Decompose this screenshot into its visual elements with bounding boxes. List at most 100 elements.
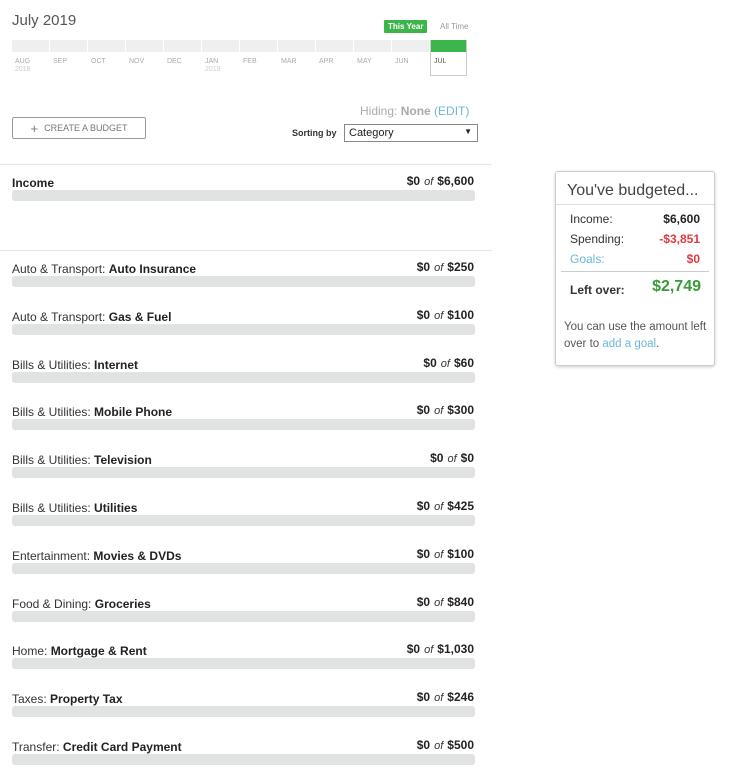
budget-row[interactable]: Entertainment: Movies & DVDs $0 of $100 bbox=[12, 547, 476, 585]
budget-spent: $0 bbox=[416, 499, 431, 513]
budget-total: $100 bbox=[447, 308, 474, 322]
budget-subcategory: Mortgage & Rent bbox=[50, 644, 147, 658]
sort-select[interactable]: Category ▼ bbox=[344, 124, 478, 142]
budget-row[interactable]: Bills & Utilities: Mobile Phone $0 of $300 bbox=[12, 403, 476, 441]
budget-amount: $0 of $100 bbox=[417, 547, 474, 561]
summary-income-value: $6,600 bbox=[663, 212, 700, 226]
budget-row[interactable]: Bills & Utilities: Television $0 of $0 bbox=[12, 451, 476, 489]
timeline-bar bbox=[50, 40, 88, 52]
budget-summary-panel: You've budgeted... Income: $6,600 Spendi… bbox=[555, 171, 715, 366]
summary-income-label: Income: bbox=[570, 212, 613, 226]
hiding-filter: Hiding: None (EDIT) bbox=[360, 104, 469, 118]
budget-amount: $0 of $60 bbox=[423, 356, 474, 370]
budget-total: $60 bbox=[453, 356, 474, 370]
timeline-month[interactable]: NOV bbox=[126, 40, 164, 78]
timeline-bar bbox=[88, 40, 126, 52]
budget-category-label: Auto & Transport: Gas & Fuel bbox=[12, 310, 171, 324]
timeline-month[interactable]: AUG 2018 bbox=[12, 40, 50, 78]
timeline-month[interactable]: OCT bbox=[88, 40, 126, 78]
of-text: of bbox=[434, 262, 444, 274]
timeline-month[interactable]: APR bbox=[316, 40, 354, 78]
this-year-toggle[interactable]: This Year bbox=[384, 20, 428, 33]
of-text: of bbox=[434, 692, 444, 704]
timeline-month-label: APR bbox=[319, 58, 334, 65]
budget-row[interactable]: Taxes: Property Tax $0 of $246 bbox=[12, 690, 476, 728]
budget-amount: $0 of $500 bbox=[417, 738, 474, 752]
timeline-month[interactable]: FEB bbox=[240, 40, 278, 78]
budget-amount: $0 of $425 bbox=[417, 499, 474, 513]
of-text: of bbox=[434, 597, 444, 609]
budget-row[interactable]: Food & Dining: Groceries $0 of $840 bbox=[12, 595, 476, 633]
budget-row[interactable]: Auto & Transport: Auto Insurance $0 of $250 bbox=[12, 260, 476, 298]
divider bbox=[561, 271, 709, 272]
timeline-bar bbox=[431, 40, 467, 52]
create-budget-button[interactable]: + CREATE A BUDGET bbox=[12, 117, 146, 139]
edit-hiding-link[interactable]: (EDIT) bbox=[434, 104, 469, 118]
of-text: of bbox=[424, 644, 434, 656]
budget-category: Bills & Utilities: bbox=[12, 501, 91, 515]
hiding-value: None bbox=[400, 104, 431, 118]
timeline-month-label: DEC bbox=[167, 58, 182, 65]
budget-amount: $0 of $250 bbox=[417, 260, 474, 274]
budget-progress-bar bbox=[12, 372, 475, 383]
timeline-bar bbox=[126, 40, 164, 52]
add-goal-link[interactable]: add a goal bbox=[602, 338, 656, 350]
timeline-month[interactable]: JUN bbox=[392, 40, 430, 78]
timeline-month-label: JUL bbox=[434, 58, 447, 65]
budget-progress-bar bbox=[12, 276, 475, 287]
budget-row[interactable]: Transfer: Credit Card Payment $0 of $500 bbox=[12, 738, 476, 776]
budget-row[interactable]: Bills & Utilities: Internet $0 of $60 bbox=[12, 356, 476, 394]
budget-category: Auto & Transport: bbox=[12, 310, 106, 324]
timeline-month[interactable]: SEP bbox=[50, 40, 88, 78]
budget-category-label: Bills & Utilities: Internet bbox=[12, 358, 138, 372]
timeline-bar bbox=[240, 40, 278, 52]
timeline-bar bbox=[202, 40, 240, 52]
budget-spent: $0 bbox=[416, 547, 431, 561]
budget-row[interactable]: Bills & Utilities: Utilities $0 of $425 bbox=[12, 499, 476, 537]
timeline-month[interactable]: JUL bbox=[430, 40, 468, 76]
month-timeline: AUG 2018 SEP OCT NOV DEC JAN 2019 FEB MAR APR MAY JU… bbox=[12, 40, 468, 78]
income-progress-bar bbox=[12, 190, 475, 201]
plus-icon: + bbox=[30, 120, 39, 136]
budget-spent: $0 bbox=[406, 642, 421, 656]
budget-row[interactable]: Home: Mortgage & Rent $0 of $1,030 bbox=[12, 642, 476, 680]
timeline-bar bbox=[164, 40, 202, 52]
timeline-month[interactable]: MAY bbox=[354, 40, 392, 78]
budget-total: $840 bbox=[447, 595, 474, 609]
of-text: of bbox=[434, 310, 444, 322]
budget-category-label: Bills & Utilities: Mobile Phone bbox=[12, 405, 172, 419]
of-text: of bbox=[434, 405, 444, 417]
timeline-month-label: FEB bbox=[243, 58, 257, 65]
budget-category: Bills & Utilities: bbox=[12, 453, 91, 467]
income-label: Income bbox=[12, 176, 55, 190]
budget-category-label: Transfer: Credit Card Payment bbox=[12, 740, 182, 754]
all-time-toggle[interactable]: All Time bbox=[440, 20, 468, 33]
summary-note-suffix: . bbox=[656, 338, 660, 350]
of-text: of bbox=[434, 549, 444, 561]
summary-spending-row: Spending: -$3,851 bbox=[570, 232, 700, 246]
budget-category: Auto & Transport: bbox=[12, 262, 106, 276]
budget-category: Home: bbox=[12, 644, 48, 658]
budget-subcategory: Auto Insurance bbox=[108, 262, 197, 276]
budget-category-label: Food & Dining: Groceries bbox=[12, 597, 151, 611]
budget-amount: $0 of $0 bbox=[430, 451, 474, 465]
timeline-month[interactable]: MAR bbox=[278, 40, 316, 78]
budget-amount: $0 of $840 bbox=[417, 595, 474, 609]
income-row[interactable]: Income $0 of $6,600 bbox=[12, 174, 476, 212]
budget-spent: $0 bbox=[416, 308, 431, 322]
timeline-month[interactable]: JAN 2019 bbox=[202, 40, 240, 78]
budget-subcategory: Movies & DVDs bbox=[93, 549, 182, 563]
timeline-month[interactable]: DEC bbox=[164, 40, 202, 78]
timeline-month-label: MAY bbox=[357, 58, 372, 65]
summary-goals-link[interactable]: Goals: bbox=[570, 252, 605, 266]
budget-category: Bills & Utilities: bbox=[12, 405, 91, 419]
budget-subcategory: Gas & Fuel bbox=[108, 310, 172, 324]
budget-subcategory: Property Tax bbox=[50, 692, 123, 706]
budget-progress-bar bbox=[12, 563, 475, 574]
budget-row[interactable]: Auto & Transport: Gas & Fuel $0 of $100 bbox=[12, 308, 476, 346]
budget-spent: $0 bbox=[430, 451, 444, 465]
budget-category-label: Home: Mortgage & Rent bbox=[12, 644, 147, 658]
budget-spent: $0 bbox=[416, 260, 431, 274]
left-over-label: Left over: bbox=[570, 283, 625, 297]
budget-spent: $0 bbox=[416, 738, 431, 752]
